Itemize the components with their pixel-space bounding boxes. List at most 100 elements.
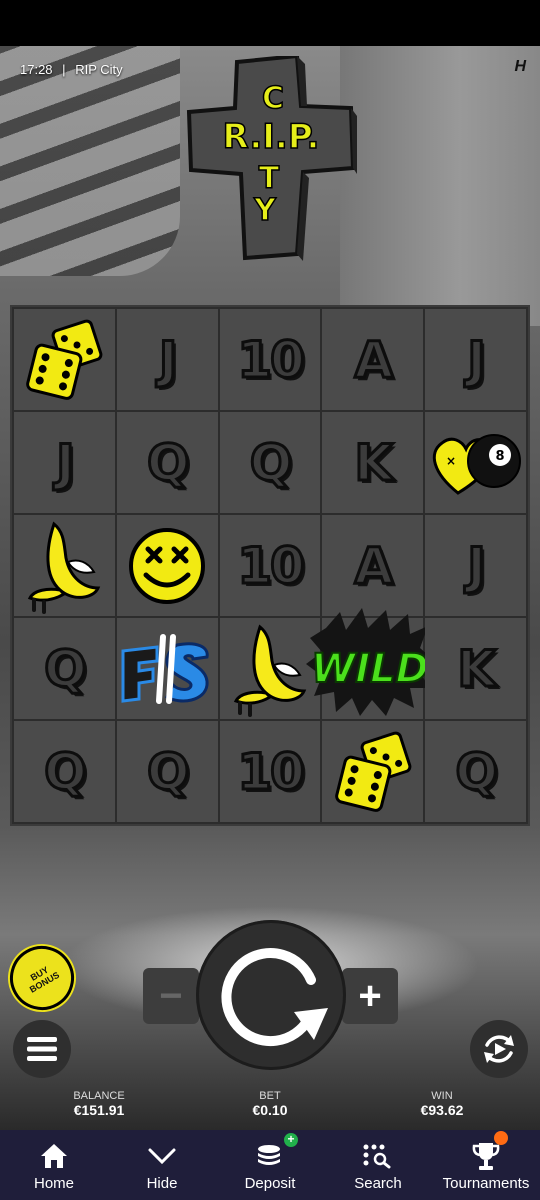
search-grid-icon <box>363 1144 391 1169</box>
symbol-dice <box>14 309 115 410</box>
nav-tournaments[interactable]: Tournaments <box>432 1130 540 1200</box>
minus-icon: − <box>159 973 183 1018</box>
reel-grid: J 10 A J J Q Q K × 8 10 A J Q WILD K Q Q… <box>10 305 530 826</box>
svg-text:Y: Y <box>253 193 277 228</box>
deposit-plus-badge: + <box>284 1133 298 1147</box>
symbol-q-label: Q <box>454 741 499 802</box>
wild-label: WILD <box>312 646 430 692</box>
svg-text:C: C <box>262 81 284 116</box>
banana-icon <box>233 623 307 717</box>
heart-8ball-icon: × 8 <box>432 433 521 495</box>
symbol-a: A <box>322 309 424 410</box>
nav-search-label: Search <box>354 1175 402 1192</box>
symbol-10: 10 <box>219 515 321 616</box>
menu-button[interactable] <box>13 1020 71 1078</box>
notification-dot <box>494 1131 508 1145</box>
symbol-j: J <box>425 309 526 410</box>
nav-hide[interactable]: Hide <box>108 1130 216 1200</box>
background-wall <box>340 46 540 326</box>
symbol-smiley <box>116 515 218 616</box>
symbol-heart-8ball: × 8 <box>425 412 526 513</box>
autoplay-button[interactable] <box>470 1020 528 1078</box>
symbol-q-label: Q <box>43 741 88 802</box>
symbol-10-label: 10 <box>236 741 307 802</box>
dice-icon <box>26 319 103 400</box>
logo-word-rip: R.I.P. <box>223 117 320 157</box>
win-value: €93.62 <box>420 1102 464 1118</box>
game-stats: BALANCE €151.91 BET €0.10 WIN €93.62 <box>0 1090 540 1126</box>
background-stairs <box>0 46 180 276</box>
trophy-icon <box>472 1143 500 1170</box>
symbol-a-label: A <box>353 535 395 596</box>
nav-home[interactable]: Home <box>0 1130 108 1200</box>
symbol-banana <box>14 515 115 616</box>
svg-text:T: T <box>259 161 280 196</box>
balance-label: BALANCE <box>73 1090 125 1102</box>
nav-search[interactable]: Search <box>324 1130 432 1200</box>
symbol-free-spins <box>116 618 218 719</box>
smiley-icon <box>129 527 206 604</box>
decrease-bet-button[interactable]: − <box>143 968 199 1024</box>
symbol-q: Q <box>219 412 321 513</box>
win-label: WIN <box>431 1090 453 1102</box>
bet-stat: BET €0.10 <box>205 1090 335 1118</box>
svg-text:×: × <box>446 454 456 468</box>
symbol-k: K <box>322 412 424 513</box>
symbol-k: K <box>425 618 526 719</box>
clock-time: 17:28 <box>20 62 53 77</box>
symbol-j-label: J <box>157 329 178 390</box>
autoplay-icon <box>484 1035 514 1063</box>
provider-logo: H <box>514 58 526 75</box>
symbol-10-label: 10 <box>236 329 307 390</box>
symbol-10: 10 <box>219 721 321 822</box>
bottom-navigation: Home Hide + Deposit Search Tournaments <box>0 1130 540 1200</box>
nav-deposit-label: Deposit <box>244 1175 296 1192</box>
symbol-a: A <box>322 515 424 616</box>
nav-home-label: Home <box>33 1175 74 1192</box>
nav-deposit[interactable]: + Deposit <box>216 1130 324 1200</box>
symbol-j: J <box>14 412 115 513</box>
symbol-j-label: J <box>55 432 76 493</box>
symbol-q-label: Q <box>145 432 190 493</box>
symbol-j-label: J <box>466 329 487 390</box>
game-status: 17:28 | RIP City <box>20 62 123 77</box>
symbol-q: Q <box>116 721 218 822</box>
symbol-j-label: J <box>466 535 487 596</box>
symbol-q: Q <box>14 721 115 822</box>
symbol-q-label: Q <box>43 638 88 699</box>
symbol-dice <box>322 721 424 822</box>
banana-icon <box>28 520 101 614</box>
game-logo: C R.I.P. T Y <box>185 53 357 261</box>
bet-value: €0.10 <box>252 1102 288 1118</box>
plus-icon: + <box>358 973 382 1018</box>
symbol-k-label: K <box>456 638 498 699</box>
svg-text:8: 8 <box>495 449 504 464</box>
status-bar-top <box>0 0 540 46</box>
status-separator: | <box>62 62 66 77</box>
symbol-k-label: K <box>353 432 395 493</box>
symbol-a-label: A <box>353 329 395 390</box>
free-spins-icon <box>121 633 209 704</box>
spin-arrow-icon <box>221 948 328 1047</box>
game-name: RIP City <box>75 62 123 77</box>
balance-stat: BALANCE €151.91 <box>34 1090 164 1118</box>
coins-icon <box>258 1145 280 1165</box>
symbol-10: 10 <box>219 309 321 410</box>
symbol-j: J <box>116 309 218 410</box>
increase-bet-button[interactable]: + <box>342 968 398 1024</box>
bet-label: BET <box>259 1090 281 1102</box>
wild-icon: WILD <box>306 608 435 716</box>
symbol-banana <box>219 618 321 719</box>
spin-button[interactable] <box>196 920 346 1070</box>
home-icon <box>41 1144 67 1168</box>
symbol-wild: WILD <box>306 608 435 719</box>
symbol-q-label: Q <box>145 741 190 802</box>
nav-hide-label: Hide <box>146 1175 178 1192</box>
hamburger-icon <box>27 1037 57 1061</box>
symbol-10-label: 10 <box>236 535 307 596</box>
nav-tournaments-label: Tournaments <box>442 1175 530 1192</box>
symbol-j: J <box>425 515 526 616</box>
win-stat: WIN €93.62 <box>377 1090 507 1118</box>
symbol-q: Q <box>425 721 526 822</box>
symbol-q-label: Q <box>248 432 293 493</box>
